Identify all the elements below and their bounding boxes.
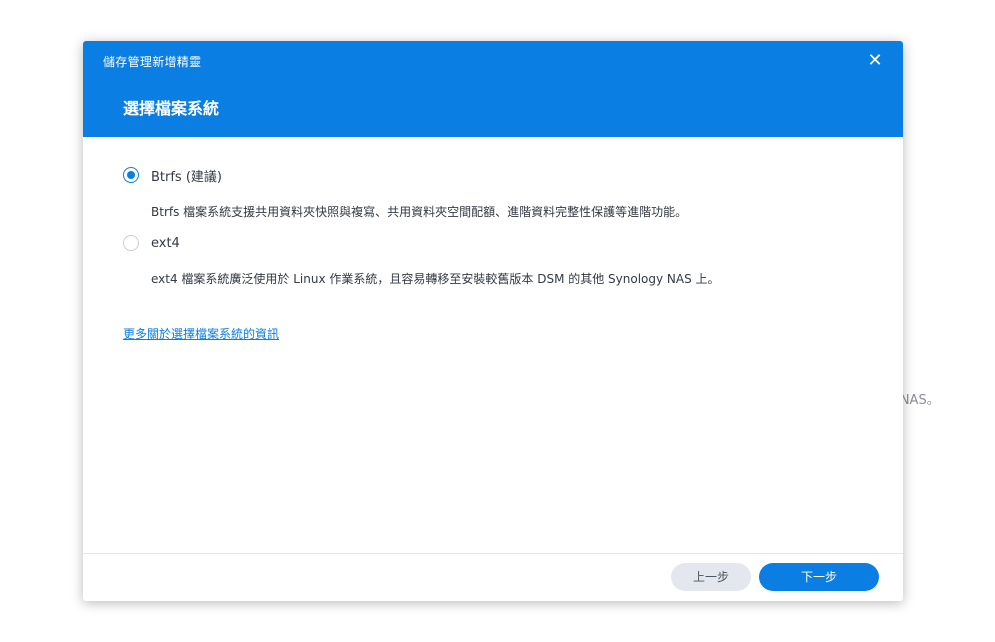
close-icon[interactable]: ✕ [865,51,885,71]
previous-button[interactable]: 上一步 [671,563,751,591]
app-title: 儲存管理新增精靈 [103,55,202,69]
more-info-link[interactable]: 更多關於選擇檔案系統的資訊 [123,325,279,342]
dialog-header: 儲存管理新增精靈 ✕ 選擇檔案系統 [83,41,903,137]
dialog-body: Btrfs (建議) Btrfs 檔案系統支援共用資料夾快照與複寫、共用資料夾空… [83,137,903,553]
next-button[interactable]: 下一步 [759,563,879,591]
option-btrfs[interactable]: Btrfs (建議) [123,165,222,185]
option-ext4-label: ext4 [151,235,180,251]
option-btrfs-label: Btrfs (建議) [151,169,222,185]
option-btrfs-description: Btrfs 檔案系統支援共用資料夾快照與複寫、共用資料夾空間配額、進階資料完整性… [151,205,688,219]
radio-btrfs[interactable] [123,167,139,183]
option-ext4[interactable]: ext4 [123,233,180,253]
dialog-footer: 上一步 下一步 [83,553,903,601]
option-ext4-description: ext4 檔案系統廣泛使用於 Linux 作業系統，且容易轉移至安裝較舊版本 D… [151,272,720,286]
radio-ext4[interactable] [123,235,139,251]
step-title: 選擇檔案系統 [123,99,220,118]
storage-wizard-dialog: 儲存管理新增精靈 ✕ 選擇檔案系統 Btrfs (建議) Btrfs 檔案系統支… [83,41,903,601]
